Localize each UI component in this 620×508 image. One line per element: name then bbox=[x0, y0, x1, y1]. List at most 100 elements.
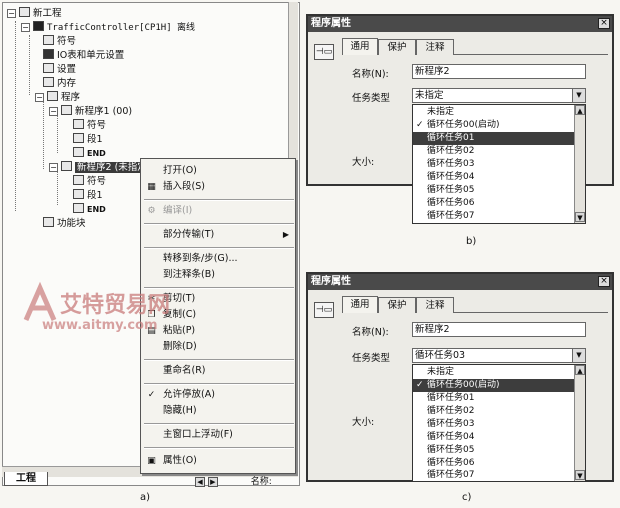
checkmark-icon: ✓ bbox=[147, 390, 156, 400]
collapse-icon[interactable]: − bbox=[49, 107, 58, 116]
tree-item-program2-end[interactable]: END bbox=[73, 203, 106, 217]
task-option[interactable]: 循环任务01 bbox=[413, 392, 575, 405]
menu-item-hide[interactable]: 隐藏(H) bbox=[141, 403, 295, 419]
task-option[interactable]: 未指定 bbox=[413, 366, 575, 379]
dropdown-scrollbar[interactable]: ▲ ▼ bbox=[574, 365, 585, 481]
program-properties-dialog-c: 程序属性 × ⊣▭ 通用 保护 注释 名称(N): 新程序2 任务类型 循环任务… bbox=[306, 272, 614, 482]
task-option[interactable]: 循环任务03 bbox=[413, 418, 575, 431]
chevron-down-icon[interactable]: ▼ bbox=[572, 349, 585, 362]
collapse-icon[interactable]: − bbox=[49, 163, 58, 172]
menu-item-rename[interactable]: 重命名(R) bbox=[141, 363, 295, 379]
tree-item-settings[interactable]: 设置 bbox=[43, 63, 76, 77]
tree-item-root[interactable]: − 新工程 bbox=[7, 7, 62, 21]
caption-c: c) bbox=[462, 492, 472, 503]
dropdown-scrollbar[interactable]: ▲ ▼ bbox=[574, 105, 585, 223]
task-option[interactable]: 循环任务05 bbox=[413, 184, 575, 197]
menu-item-partial-transfer[interactable]: 部分传输(T) ▶ bbox=[141, 227, 295, 243]
properties-icon: ▣ bbox=[147, 456, 156, 466]
menu-item-insert-section[interactable]: ▦ 插入段(S) bbox=[141, 179, 295, 195]
task-option-highlighted[interactable]: 循环任务01 bbox=[413, 132, 575, 145]
menu-item-open[interactable]: 打开(O) bbox=[141, 163, 295, 179]
symbols-icon bbox=[43, 35, 54, 45]
menu-separator bbox=[144, 247, 294, 249]
name-input[interactable]: 新程序2 bbox=[412, 64, 586, 79]
nav-next-icon[interactable]: ▶ bbox=[207, 477, 218, 487]
task-option[interactable]: 循环任务03 bbox=[413, 158, 575, 171]
menu-item-allow-dock[interactable]: ✓ 允许停放(A) bbox=[141, 387, 295, 403]
task-option[interactable]: 循环任务05 bbox=[413, 444, 575, 457]
task-option[interactable]: 循环任务07 bbox=[413, 469, 575, 482]
compile-icon: ⚙ bbox=[147, 206, 156, 216]
task-option[interactable]: 未指定 bbox=[413, 106, 575, 119]
close-icon[interactable]: × bbox=[598, 276, 610, 287]
menu-separator bbox=[144, 447, 294, 449]
task-option[interactable]: 循环任务02 bbox=[413, 405, 575, 418]
nav-prev-icon[interactable]: ◀ bbox=[195, 477, 205, 487]
task-type-select[interactable]: 循环任务03 ▼ bbox=[412, 348, 586, 363]
program-icon bbox=[61, 105, 72, 115]
task-option[interactable]: 循环任务06 bbox=[413, 197, 575, 210]
tree-item-symbols[interactable]: 符号 bbox=[43, 35, 76, 49]
collapse-icon[interactable]: − bbox=[7, 9, 16, 18]
submenu-arrow-icon: ▶ bbox=[282, 230, 289, 239]
task-type-label: 任务类型 bbox=[352, 353, 391, 364]
tab-general[interactable]: 通用 bbox=[342, 296, 378, 313]
tab-general[interactable]: 通用 bbox=[342, 38, 378, 55]
tab-comment[interactable]: 注释 bbox=[416, 297, 454, 313]
pin-icon[interactable]: ⊣▭ bbox=[314, 302, 334, 318]
pin-icon[interactable]: ⊣▭ bbox=[314, 44, 334, 60]
task-option[interactable]: 循环任务04 bbox=[413, 431, 575, 444]
tab-project[interactable]: 工程 bbox=[4, 472, 48, 486]
tree-item-program2-section[interactable]: 段1 bbox=[73, 189, 103, 203]
section-icon bbox=[73, 133, 84, 143]
name-input[interactable]: 新程序2 bbox=[412, 322, 586, 337]
task-type-select[interactable]: 未指定 ▼ bbox=[412, 88, 586, 103]
status-strip: ◀ ▶ 名称: bbox=[195, 474, 305, 488]
collapse-icon[interactable]: − bbox=[21, 23, 30, 32]
tree-item-program1-symbols[interactable]: 符号 bbox=[73, 119, 106, 133]
tree-item-function-blocks[interactable]: 功能块 bbox=[43, 217, 86, 231]
scroll-up-icon[interactable]: ▲ bbox=[575, 365, 585, 375]
tree-item-io-table[interactable]: IO表和单元设置 bbox=[43, 49, 124, 63]
insert-section-icon: ▦ bbox=[147, 182, 156, 192]
task-option[interactable]: ✓ 循环任务00(启动) bbox=[413, 119, 575, 132]
section-icon bbox=[73, 189, 84, 199]
tab-protection[interactable]: 保护 bbox=[378, 39, 416, 55]
symbols-icon bbox=[73, 119, 84, 129]
menu-separator bbox=[144, 423, 294, 425]
task-type-dropdown-list: 未指定 ✓ 循环任务00(启动) 循环任务01 循环任务02 循环任务03 循环任… bbox=[412, 104, 586, 224]
size-label: 大小: bbox=[352, 157, 375, 168]
task-option[interactable]: 循环任务04 bbox=[413, 171, 575, 184]
task-option[interactable]: 循环任务07 bbox=[413, 210, 575, 223]
scroll-down-icon[interactable]: ▼ bbox=[575, 470, 585, 480]
watermark-url: www.aitmy.com bbox=[42, 318, 158, 333]
collapse-icon[interactable]: − bbox=[35, 93, 44, 102]
scroll-up-icon[interactable]: ▲ bbox=[575, 105, 585, 115]
tree-item-program2[interactable]: − 新程序2 (未指定) bbox=[49, 161, 153, 175]
task-option-highlighted[interactable]: ✓ 循环任务00(启动) bbox=[413, 379, 575, 392]
tree-item-controller[interactable]: − TrafficController[CP1H] 离线 bbox=[21, 21, 195, 35]
tab-protection[interactable]: 保护 bbox=[378, 297, 416, 313]
scroll-down-icon[interactable]: ▼ bbox=[575, 212, 585, 222]
menu-item-goto-step[interactable]: 转移到条/步(G)... bbox=[141, 251, 295, 267]
menu-separator bbox=[144, 223, 294, 225]
end-section-icon bbox=[73, 147, 84, 157]
status-name-label: 名称: bbox=[250, 477, 272, 487]
tree-item-program1-section[interactable]: 段1 bbox=[73, 133, 103, 147]
menu-item-compile: ⚙ 编译(I) bbox=[147, 205, 193, 216]
task-option[interactable]: 循环任务02 bbox=[413, 145, 575, 158]
function-block-icon bbox=[43, 217, 54, 227]
end-section-icon bbox=[73, 203, 84, 213]
tree-item-program1[interactable]: − 新程序1 (00) bbox=[49, 105, 132, 119]
menu-item-properties[interactable]: ▣ 属性(O) bbox=[141, 453, 295, 469]
tree-item-memory[interactable]: 内存 bbox=[43, 77, 76, 91]
tree-item-programs[interactable]: − 程序 bbox=[35, 91, 80, 105]
menu-item-delete[interactable]: 删除(D) bbox=[141, 339, 295, 355]
tree-item-program2-symbols[interactable]: 符号 bbox=[73, 175, 106, 189]
tab-comment[interactable]: 注释 bbox=[416, 39, 454, 55]
chevron-down-icon[interactable]: ▼ bbox=[572, 89, 585, 102]
menu-item-float-main[interactable]: 主窗口上浮动(F) bbox=[141, 427, 295, 443]
tree-item-program1-end[interactable]: END bbox=[73, 147, 106, 161]
close-icon[interactable]: × bbox=[598, 18, 610, 29]
program-icon bbox=[61, 161, 72, 171]
